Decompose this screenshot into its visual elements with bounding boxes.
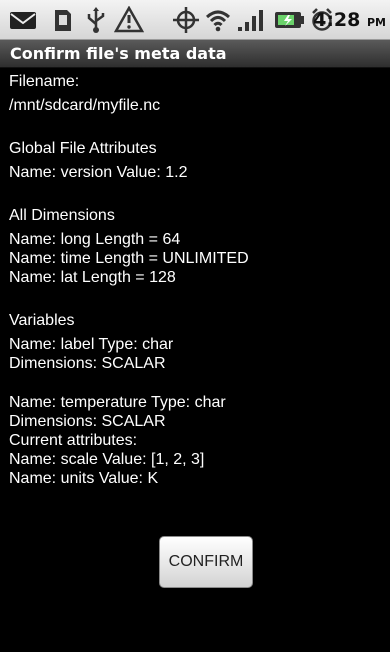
global-attributes-heading: Global File Attributes	[9, 140, 157, 157]
meta-data-content: Filename: /mnt/sdcard/myfile.nc Global F…	[0, 72, 390, 504]
sd-card-icon	[55, 10, 71, 31]
status-bar: 4:28 PM	[0, 0, 390, 40]
gps-icon	[173, 7, 199, 33]
mail-icon	[10, 12, 36, 29]
battery-icon	[275, 12, 304, 28]
wifi-icon	[205, 10, 231, 32]
usb-icon	[87, 7, 105, 33]
variable-line: Name: units Value: K	[9, 470, 159, 487]
dimension-item: Name: time Length = UNLIMITED	[9, 250, 249, 267]
dimension-item: Name: lat Length = 128	[9, 269, 176, 286]
clock-time: 4:28	[313, 9, 361, 31]
variable-line: Dimensions: SCALAR	[9, 413, 166, 430]
signal-icon	[238, 10, 263, 31]
variables-heading: Variables	[9, 312, 75, 329]
filename-label: Filename:	[9, 73, 80, 90]
dimension-item: Name: long Length = 64	[9, 231, 181, 248]
variable-line: Name: temperature Type: char	[9, 394, 226, 411]
title-bar: Confirm file's meta data	[0, 40, 390, 68]
page-title: Confirm file's meta data	[10, 44, 227, 63]
dimensions-heading: All Dimensions	[9, 207, 115, 224]
clock: 4:28 PM	[313, 0, 386, 40]
variable-line: Name: scale Value: [1, 2, 3]	[9, 451, 205, 468]
confirm-button-label: CONFIRM	[168, 553, 244, 570]
global-attribute: Name: version Value: 1.2	[9, 164, 188, 181]
variable-line: Name: label Type: char	[9, 336, 174, 353]
variable-line: Dimensions: SCALAR	[9, 355, 166, 372]
filename-value: /mnt/sdcard/myfile.nc	[9, 97, 161, 114]
variable-line: Current attributes:	[9, 432, 138, 449]
clock-ampm: PM	[366, 16, 386, 29]
warning-icon	[114, 6, 144, 33]
confirm-button[interactable]: CONFIRM	[159, 536, 253, 588]
